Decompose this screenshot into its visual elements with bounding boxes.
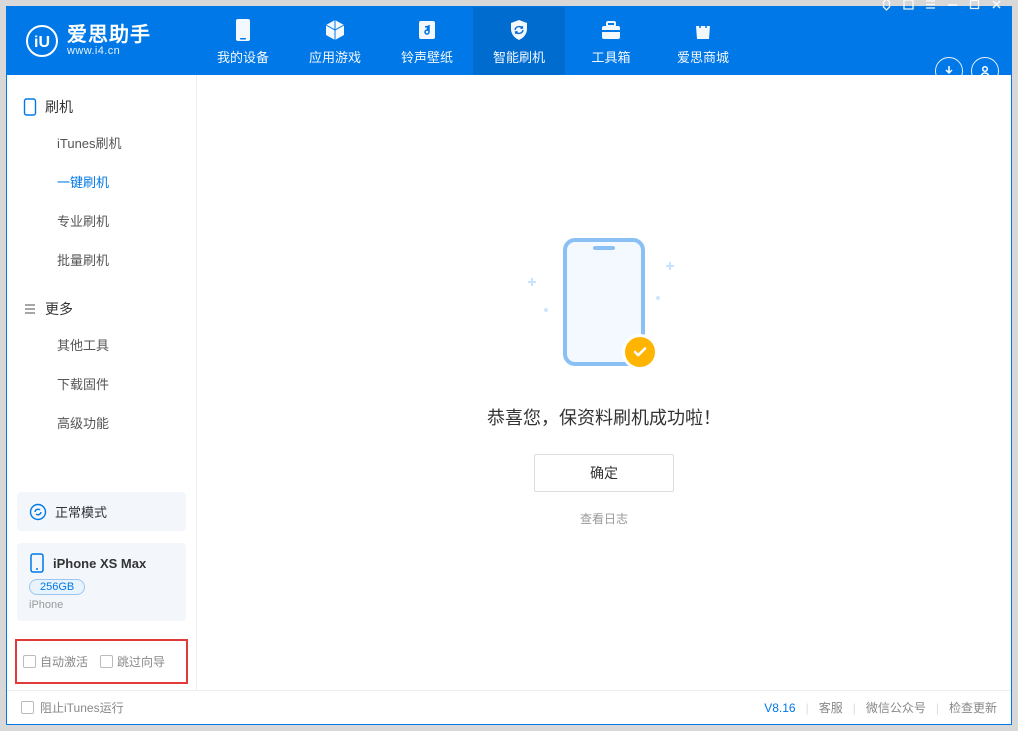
- device-icon: [230, 17, 256, 43]
- cube-icon: [322, 17, 348, 43]
- phone-icon: [29, 553, 45, 573]
- checkbox-block-itunes[interactable]: 阻止iTunes运行: [21, 699, 124, 716]
- device-info-box[interactable]: iPhone XS Max 256GB iPhone: [17, 543, 186, 621]
- device-name: iPhone XS Max: [53, 556, 146, 571]
- header-right: [879, 7, 1011, 75]
- minimize-icon[interactable]: [945, 0, 959, 11]
- close-icon[interactable]: [989, 0, 1003, 11]
- app-name-text: 爱思助手: [67, 25, 151, 45]
- tab-store[interactable]: 爱思商城: [657, 7, 749, 75]
- sidebar-item-download-firmware[interactable]: 下载固件: [7, 364, 196, 403]
- version-text: V8.16: [764, 701, 795, 715]
- music-note-icon: [414, 17, 440, 43]
- app-logo: iU 爱思助手 www.i4.cn: [7, 7, 197, 75]
- main-content: 恭喜您，保资料刷机成功啦！ 确定 查看日志: [197, 75, 1011, 690]
- success-message: 恭喜您，保资料刷机成功啦！: [487, 404, 721, 430]
- tab-smart-flash[interactable]: 智能刷机: [473, 7, 565, 75]
- toolbox-icon: [598, 17, 624, 43]
- sync-icon: [29, 503, 47, 521]
- ok-button[interactable]: 确定: [534, 454, 674, 492]
- nav-section-label: 刷机: [45, 97, 73, 117]
- sidebar: 刷机 iTunes刷机 一键刷机 专业刷机 批量刷机 更多 其他工具 下载固件 …: [7, 75, 197, 690]
- sidebar-item-other-tools[interactable]: 其他工具: [7, 325, 196, 364]
- tab-my-device[interactable]: 我的设备: [197, 7, 289, 75]
- tab-label: 智能刷机: [493, 47, 545, 66]
- menu-icon[interactable]: [923, 0, 937, 11]
- sidebar-item-onekey-flash[interactable]: 一键刷机: [7, 162, 196, 201]
- shopping-bag-icon: [690, 17, 716, 43]
- device-type: iPhone: [29, 599, 174, 611]
- maximize-icon[interactable]: [967, 0, 981, 11]
- list-icon: [23, 302, 37, 316]
- sidebar-item-batch-flash[interactable]: 批量刷机: [7, 240, 196, 279]
- tab-toolbox[interactable]: 工具箱: [565, 7, 657, 75]
- shield-sync-icon: [506, 17, 532, 43]
- checkbox-label: 跳过向导: [117, 653, 165, 670]
- nav-section-more: 更多: [7, 289, 196, 325]
- checkbox-label: 阻止iTunes运行: [40, 699, 124, 716]
- tab-label: 我的设备: [217, 47, 269, 66]
- logo-icon: iU: [25, 24, 59, 58]
- sidebar-item-itunes-flash[interactable]: iTunes刷机: [7, 123, 196, 162]
- device-mode-label: 正常模式: [55, 502, 107, 521]
- feedback-icon[interactable]: [879, 0, 893, 11]
- skin-icon[interactable]: [901, 0, 915, 11]
- checkbox-icon: [21, 701, 34, 714]
- tab-apps-games[interactable]: 应用游戏: [289, 7, 381, 75]
- tab-label: 应用游戏: [309, 47, 361, 66]
- main-tabs: 我的设备 应用游戏 铃声壁纸 智能刷机 工具箱 爱思商城: [197, 7, 749, 75]
- support-link[interactable]: 客服: [819, 699, 843, 716]
- tab-label: 铃声壁纸: [401, 47, 453, 66]
- view-log-link[interactable]: 查看日志: [580, 510, 628, 527]
- sidebar-item-pro-flash[interactable]: 专业刷机: [7, 201, 196, 240]
- checkbox-label: 自动激活: [40, 653, 88, 670]
- tab-label: 工具箱: [591, 47, 630, 66]
- app-domain-text: www.i4.cn: [67, 45, 151, 57]
- checkbox-auto-activate[interactable]: 自动激活: [23, 653, 88, 670]
- sidebar-item-advanced[interactable]: 高级功能: [7, 403, 196, 442]
- title-bar: iU 爱思助手 www.i4.cn 我的设备 应用游戏 铃声壁纸 智能: [7, 7, 1011, 75]
- app-window: iU 爱思助手 www.i4.cn 我的设备 应用游戏 铃声壁纸 智能: [6, 6, 1012, 725]
- success-illustration: [514, 238, 694, 378]
- checkbox-skip-guide[interactable]: 跳过向导: [100, 653, 165, 670]
- phone-outline-icon: [23, 98, 37, 116]
- check-update-link[interactable]: 检查更新: [949, 699, 997, 716]
- device-capacity-badge: 256GB: [29, 579, 85, 595]
- nav-section-label: 更多: [45, 299, 73, 319]
- nav-section-flash: 刷机: [7, 87, 196, 123]
- tab-label: 爱思商城: [677, 47, 729, 66]
- status-bar: 阻止iTunes运行 V8.16 | 客服 | 微信公众号 | 检查更新: [7, 690, 1011, 724]
- checkbox-icon: [100, 655, 113, 668]
- flash-options-box: 自动激活 跳过向导: [15, 639, 188, 684]
- checkbox-icon: [23, 655, 36, 668]
- device-mode-box[interactable]: 正常模式: [17, 492, 186, 531]
- wechat-link[interactable]: 微信公众号: [866, 699, 926, 716]
- svg-text:iU: iU: [34, 34, 50, 51]
- tab-ring-wallpaper[interactable]: 铃声壁纸: [381, 7, 473, 75]
- check-badge-icon: [622, 334, 658, 370]
